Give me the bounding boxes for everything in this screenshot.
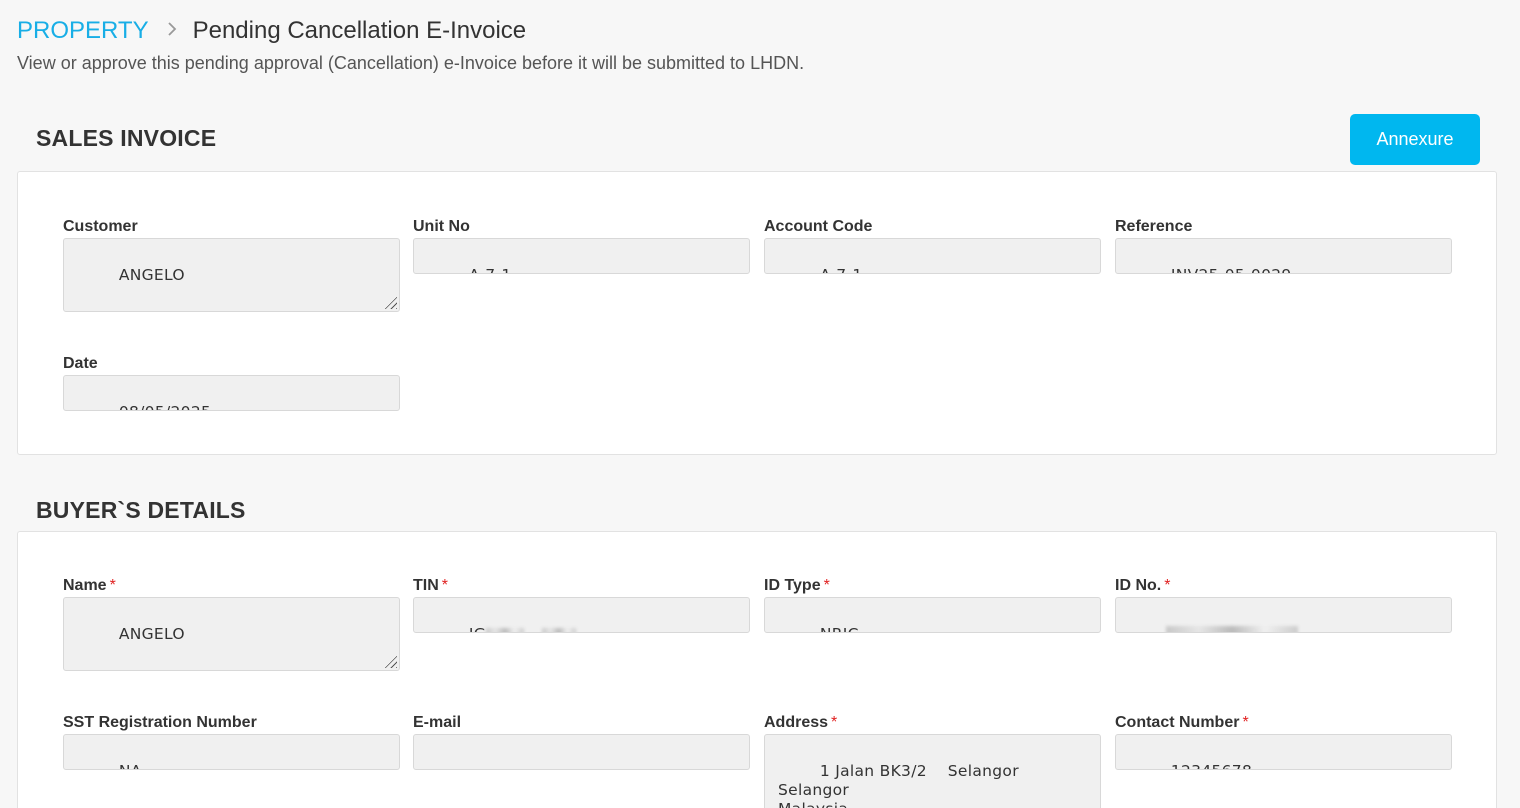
annexure-button[interactable]: Annexure — [1350, 114, 1480, 165]
page: PROPERTY Pending Cancellation E-Invoice … — [0, 0, 1520, 808]
id-type-label: ID Type * — [764, 577, 830, 594]
buyers-details-panel: Name* ANGELO TIN* IG ID Type* NRIC ID No… — [17, 531, 1497, 808]
unit-no-value: A-7-1 — [469, 266, 512, 273]
redacted-blur — [1165, 625, 1298, 632]
address-textarea[interactable]: 1 Jalan BK3/2 Selangor Selangor Malaysia — [764, 734, 1101, 808]
reference-field: Reference INV25-05-0029 — [1115, 217, 1452, 274]
page-title: Pending Cancellation E-Invoice — [192, 17, 527, 44]
tin-field: TIN* IG — [413, 576, 750, 633]
customer-label: Customer — [63, 218, 138, 235]
name-value: ANGELO — [118, 625, 185, 643]
reference-label: Reference — [1115, 218, 1193, 235]
contact-number-value: 12345678 — [1171, 762, 1252, 769]
required-marker: * — [109, 577, 116, 594]
contact-number-field: Contact Number* 12345678 — [1115, 713, 1452, 770]
sst-value: NA — [119, 762, 142, 769]
date-input[interactable]: 08/05/2025 — [63, 375, 400, 411]
customer-field: Customer ANGELO — [63, 217, 400, 312]
address-value: 1 Jalan BK3/2 Selangor Selangor Malaysia — [778, 762, 1019, 808]
required-marker: * — [831, 714, 838, 731]
contact-number-label: Contact Number * — [1115, 714, 1249, 731]
page-subtitle: View or approve this pending approval (C… — [17, 53, 805, 73]
id-type-field: ID Type* NRIC — [764, 576, 1101, 633]
sales-invoice-panel: Customer ANGELO Unit No A-7-1 Account Co… — [17, 171, 1497, 455]
date-value: 08/05/2025 — [119, 403, 211, 410]
required-marker: * — [1242, 714, 1249, 731]
account-code-field: Account Code A-7-1 — [764, 217, 1101, 274]
email-input[interactable] — [413, 734, 750, 770]
required-marker: * — [441, 577, 449, 594]
unit-no-label: Unit No — [413, 218, 470, 235]
id-type-value: NRIC — [820, 625, 859, 632]
tin-input[interactable]: IG — [413, 597, 750, 633]
redacted-blur — [486, 627, 525, 632]
reference-input[interactable]: INV25-05-0029 — [1115, 238, 1452, 274]
section-title-buyers-details: BUYER`S DETAILS — [36, 497, 246, 523]
reference-value: INV25-05-0029 — [1171, 266, 1292, 273]
date-field: Date 08/05/2025 — [63, 354, 400, 411]
sst-input[interactable]: NA — [63, 734, 400, 770]
sst-label: SST Registration Number — [63, 714, 257, 731]
name-label: Name * — [63, 577, 116, 594]
id-no-field: ID No. * — [1115, 576, 1452, 633]
date-label: Date — [63, 355, 98, 372]
breadcrumb-property-link[interactable]: PROPERTY — [17, 17, 149, 45]
customer-textarea[interactable]: ANGELO — [63, 238, 400, 312]
chevron-right-icon — [167, 17, 177, 45]
account-code-value: A-7-1 — [820, 266, 863, 273]
name-textarea[interactable]: ANGELO — [63, 597, 400, 671]
address-label: Address * — [764, 714, 838, 731]
unit-no-field: Unit No A-7-1 — [413, 217, 750, 274]
id-no-label: ID No. * — [1115, 577, 1171, 594]
account-code-label: Account Code — [764, 218, 873, 235]
id-type-input[interactable]: NRIC — [764, 597, 1101, 633]
sst-field: SST Registration Number NA — [63, 713, 400, 770]
email-label: E-mail — [413, 714, 462, 731]
name-field: Name * ANGELO — [63, 576, 400, 671]
tin-value: IG — [469, 625, 486, 632]
resize-grip-icon[interactable] — [383, 654, 397, 668]
breadcrumb: PROPERTY Pending Cancellation E-Invoice — [17, 17, 526, 45]
contact-number-input[interactable]: 12345678 — [1115, 734, 1452, 770]
email-field: E-mail — [413, 713, 750, 770]
customer-value: ANGELO — [118, 266, 185, 284]
id-no-input[interactable] — [1115, 597, 1452, 633]
unit-no-input[interactable]: A-7-1 — [413, 238, 750, 274]
required-marker: * — [823, 577, 830, 594]
tin-label: TIN * — [413, 577, 449, 594]
section-title-sales-invoice: SALES INVOICE — [36, 125, 217, 151]
required-marker: * — [1164, 577, 1171, 594]
address-field: Address * 1 Jalan BK3/2 Selangor Selangor… — [764, 713, 1101, 808]
resize-grip-icon[interactable] — [383, 295, 397, 309]
redacted-blur — [542, 627, 577, 632]
account-code-input[interactable]: A-7-1 — [764, 238, 1101, 274]
